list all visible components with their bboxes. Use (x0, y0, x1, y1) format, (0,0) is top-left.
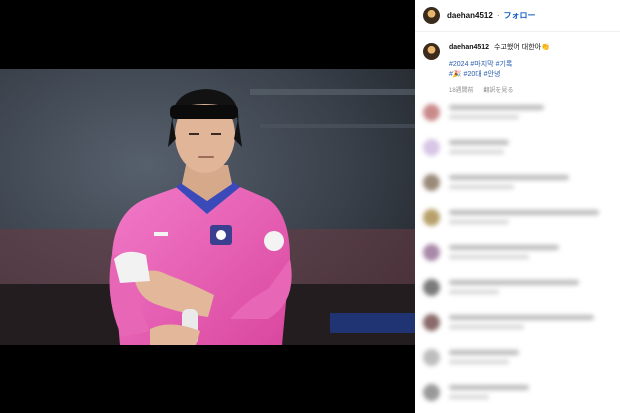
comment-item (423, 242, 612, 277)
comment-text-blurred (449, 280, 579, 285)
hashtags: #2024 #마지막 #기록 #🎉 #20대 #안녕 (449, 60, 550, 80)
comment-avatar[interactable] (423, 139, 440, 156)
goalkeeper-photo (0, 69, 415, 345)
hashtags-line-1[interactable]: #2024 #마지막 #기록 (449, 60, 550, 70)
author-username[interactable]: daehan4512 (447, 11, 493, 20)
follow-button[interactable]: フォロー (503, 10, 535, 21)
comment-meta-blurred (449, 115, 519, 119)
comments-list (415, 102, 620, 413)
comment-avatar[interactable] (423, 349, 440, 366)
comment-body-blurred (449, 312, 594, 329)
comment-body-blurred (449, 172, 569, 189)
comment-text-blurred (449, 315, 594, 320)
comment-text-blurred (449, 175, 569, 180)
comment-body-blurred (449, 382, 529, 399)
comment-meta-blurred (449, 220, 509, 224)
comment-meta-blurred (449, 360, 509, 364)
comment-meta-blurred (449, 395, 489, 399)
comment-item (423, 277, 612, 312)
comment-body-blurred (449, 207, 599, 224)
comment-item (423, 382, 612, 413)
comment-body-blurred (449, 347, 519, 364)
caption-username[interactable]: daehan4512 (449, 44, 489, 51)
comment-item (423, 207, 612, 242)
comment-item (423, 172, 612, 207)
comment-text-blurred (449, 350, 519, 355)
caption-meta: 18週間前 翻訳を見る (449, 85, 550, 94)
post-header: daehan4512 · フォロー (415, 0, 620, 32)
comment-meta-blurred (449, 290, 499, 294)
comment-text-blurred (449, 210, 599, 215)
comment-meta-blurred (449, 325, 524, 329)
caption-body: daehan4512 수고했어 대한아👏 #2024 #마지막 #기록 #🎉 #… (449, 43, 550, 94)
comment-avatar[interactable] (423, 174, 440, 191)
comment-body-blurred (449, 242, 559, 259)
comment-body-blurred (449, 277, 579, 294)
caption-avatar[interactable] (423, 43, 440, 60)
comment-body-blurred (449, 102, 544, 119)
comment-meta-blurred (449, 185, 514, 189)
translate-link[interactable]: 翻訳を見る (483, 88, 513, 94)
comment-avatar[interactable] (423, 244, 440, 261)
comment-text-blurred (449, 105, 544, 110)
post-time: 18週間前 (449, 88, 474, 94)
comment-avatar[interactable] (423, 384, 440, 401)
comment-avatar[interactable] (423, 209, 440, 226)
comment-text-blurred (449, 245, 559, 250)
comment-avatar[interactable] (423, 314, 440, 331)
hashtags-line-2[interactable]: #🎉 #20대 #안녕 (449, 70, 550, 80)
caption-text: 수고했어 대한아👏 (494, 44, 550, 51)
comment-item (423, 102, 612, 137)
separator-dot: · (496, 11, 500, 20)
comment-meta-blurred (449, 255, 529, 259)
post-photo[interactable] (0, 69, 415, 345)
post-side-panel: daehan4512 · フォロー daehan4512 수고했어 대한아👏 #… (415, 0, 620, 413)
comment-avatar[interactable] (423, 104, 440, 121)
comment-text-blurred (449, 140, 509, 145)
comment-avatar[interactable] (423, 279, 440, 296)
comment-item (423, 137, 612, 172)
author-avatar[interactable] (423, 7, 440, 24)
caption-row: daehan4512 수고했어 대한아👏 #2024 #마지막 #기록 #🎉 #… (415, 32, 620, 94)
comment-item (423, 312, 612, 347)
caption-line: daehan4512 수고했어 대한아👏 (449, 43, 550, 53)
comment-text-blurred (449, 385, 529, 390)
comment-item (423, 347, 612, 382)
comment-meta-blurred (449, 150, 504, 154)
comment-body-blurred (449, 137, 509, 154)
post-media-pane (0, 0, 415, 413)
